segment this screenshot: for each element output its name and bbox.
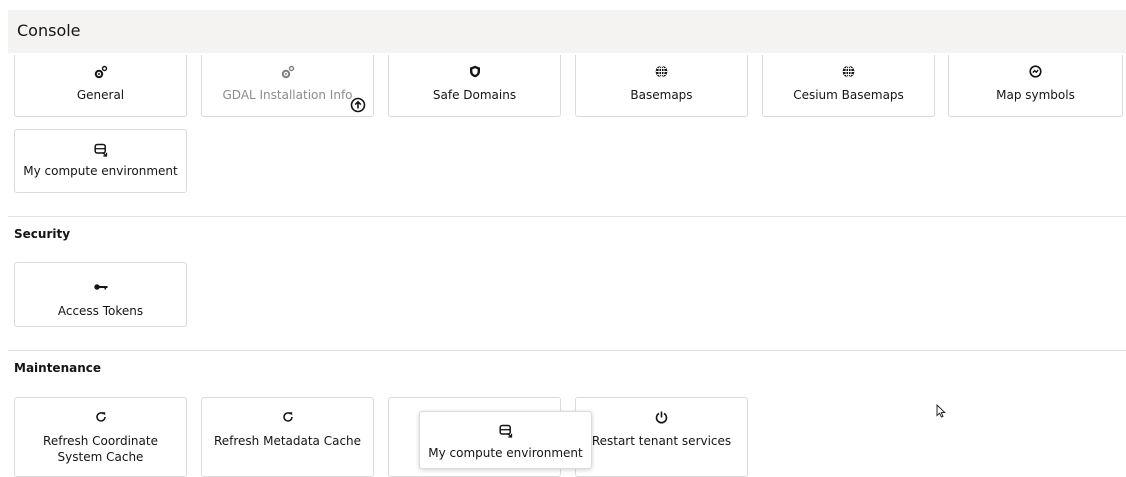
tile-restart-tenant-services[interactable]: Restart tenant services xyxy=(575,397,748,477)
tile-label: Restart tenant services xyxy=(591,434,732,448)
tile-label: General xyxy=(76,88,125,102)
tile-safe-domains[interactable]: Safe Domains xyxy=(388,55,561,117)
globe-icon xyxy=(576,65,747,78)
section-title-maintenance: Maintenance xyxy=(14,361,102,375)
tile-refresh-coordinate-system-cache[interactable]: Refresh Coordinate System Cache xyxy=(14,397,187,477)
tile-map-symbols[interactable]: Map symbols xyxy=(948,55,1123,117)
refresh-icon xyxy=(202,411,373,423)
tile-label: Cesium Basemaps xyxy=(793,88,904,102)
tile-refresh-metadata-cache[interactable]: Refresh Metadata Cache xyxy=(201,397,374,477)
tile-label: Map symbols xyxy=(996,88,1075,102)
mouse-pointer-icon xyxy=(936,403,946,422)
section-title-security: Security xyxy=(14,227,71,241)
compute-environment-icon xyxy=(15,143,186,157)
page-title: Console xyxy=(17,21,81,40)
tile-my-compute-environment-dragging[interactable]: My compute environment xyxy=(419,411,592,469)
tile-label: Safe Domains xyxy=(432,88,517,102)
globe-icon xyxy=(763,65,934,78)
tile-gdal-installation-info[interactable]: GDAL Installation Info xyxy=(201,55,374,117)
gears-icon xyxy=(202,65,373,79)
section-divider xyxy=(8,216,1126,217)
tile-cesium-basemaps[interactable]: Cesium Basemaps xyxy=(762,55,935,117)
tile-label: Refresh Metadata Cache xyxy=(213,434,362,448)
refresh-icon xyxy=(15,411,186,423)
key-icon xyxy=(15,283,186,291)
compute-environment-icon xyxy=(420,424,591,438)
tile-label: Access Tokens xyxy=(57,304,144,318)
shield-icon xyxy=(389,65,560,78)
gears-icon xyxy=(15,65,186,79)
tile-general[interactable]: General xyxy=(14,55,187,117)
tile-label: Basemaps xyxy=(630,88,693,102)
tile-access-tokens[interactable]: Access Tokens xyxy=(14,262,187,327)
map-symbol-icon xyxy=(949,65,1122,78)
section-divider xyxy=(8,350,1126,351)
power-icon xyxy=(576,411,747,424)
upload-icon[interactable] xyxy=(350,97,366,116)
tile-my-compute-environment[interactable]: My compute environment xyxy=(14,129,187,193)
tile-label: My compute environment xyxy=(428,446,583,460)
tile-label: GDAL Installation Info xyxy=(222,88,353,102)
tile-basemaps[interactable]: Basemaps xyxy=(575,55,748,117)
tile-label: My compute environment xyxy=(23,164,178,178)
console-header: Console xyxy=(8,10,1126,53)
tile-label: Refresh Coordinate System Cache xyxy=(43,434,158,464)
